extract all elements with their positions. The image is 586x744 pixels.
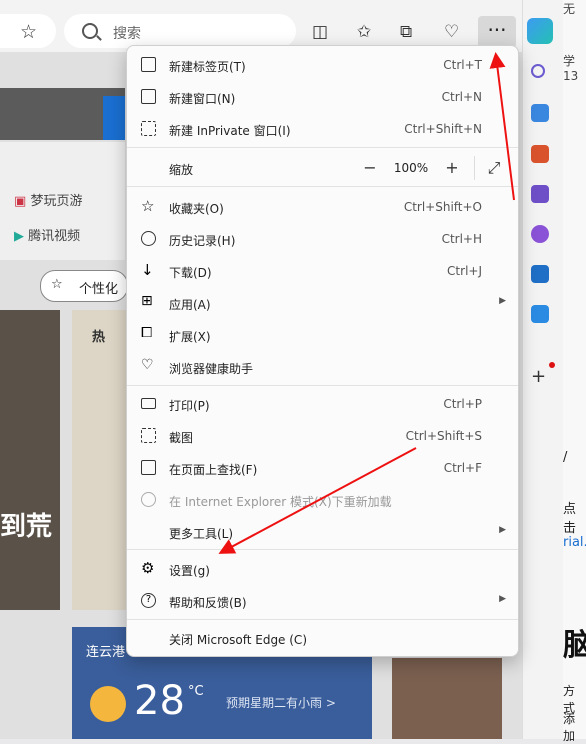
sidebar-search-icon[interactable] [531, 64, 545, 78]
strip-text: 无 [563, 2, 576, 16]
menu-item-close-edge[interactable]: 关闭 Microsoft Edge (C) [127, 622, 518, 654]
video-icon: ▶ [14, 229, 24, 244]
menu-item-more-tools[interactable]: 更多工具(L) ▶ [127, 516, 518, 548]
menu-item-help-feedback[interactable]: ? 帮助和反馈(B) ▶ [127, 585, 518, 617]
favorites-icon: ☆ [141, 197, 155, 215]
browser-essentials-icon[interactable]: ♡ [444, 22, 459, 42]
zoom-out-button[interactable]: − [361, 159, 379, 177]
zoom-divider [474, 156, 475, 180]
menu-item-downloads[interactable]: ↓ 下载(D) Ctrl+J [127, 255, 518, 287]
favorites-bar-icon[interactable]: ✩ [357, 22, 371, 42]
menu-divider [127, 619, 518, 620]
news-card[interactable] [0, 310, 60, 610]
favorite-star-icon[interactable]: ☆ [20, 21, 37, 43]
strip-text: / [563, 450, 568, 465]
split-screen-icon[interactable]: ◫ [312, 22, 328, 42]
weather-forecast[interactable]: 预期星期二有小雨 > [226, 694, 336, 711]
menu-item-extensions[interactable]: ⧠ 扩展(X) [127, 319, 518, 351]
new-window-icon [141, 89, 156, 104]
menu-divider [127, 186, 518, 187]
settings-icon: ⚙ [141, 559, 155, 577]
history-icon [141, 231, 156, 246]
menu-item-new-window[interactable]: 新建窗口(N) Ctrl+N [127, 81, 518, 113]
find-icon [141, 460, 156, 475]
fullscreen-icon[interactable]: ⤢ [485, 159, 503, 177]
temperature: 28 [134, 678, 185, 724]
inprivate-icon [141, 121, 156, 136]
menu-item-ie-mode: 在 Internet Explorer 模式(X)下重新加载 [127, 484, 518, 516]
outlook-icon[interactable] [531, 265, 549, 283]
menu-item-new-inprivate[interactable]: 新建 InPrivate 窗口(I) Ctrl+Shift+N [127, 113, 518, 145]
menu-item-print[interactable]: 打印(P) Ctrl+P [127, 388, 518, 420]
notification-dot [549, 362, 555, 368]
hot-search-card: 热 [72, 310, 126, 610]
submenu-arrow-icon: ▶ [499, 594, 506, 604]
menu-item-settings[interactable]: ⚙ 设置(g) [127, 553, 518, 585]
strip-text: 点击 [563, 502, 577, 536]
menu-item-browser-health[interactable]: ♡ 浏览器健康助手 [127, 351, 518, 383]
favorite-link[interactable]: ▶ 腾讯视频 [14, 225, 80, 244]
star-icon: ☆ [51, 277, 63, 292]
game-icon: ▣ [14, 194, 27, 209]
copilot-icon[interactable] [527, 18, 553, 44]
temperature-unit: °C [188, 684, 204, 699]
search-icon [82, 23, 98, 39]
apps-icon: ⊞ [141, 293, 153, 309]
health-icon: ♡ [141, 357, 154, 373]
collections-icon[interactable]: ⧉ [400, 22, 412, 42]
new-tab-icon [141, 57, 156, 72]
weather-location: 连云港 [86, 645, 126, 660]
menu-divider [127, 147, 518, 148]
strip-heading: 脑 [563, 628, 586, 663]
menu-item-find-on-page[interactable]: 在页面上查找(F) Ctrl+F [127, 452, 518, 484]
menu-item-screenshot[interactable]: 截图 Ctrl+Shift+S [127, 420, 518, 452]
extensions-icon: ⧠ [141, 325, 153, 341]
menu-item-history[interactable]: 历史记录(H) Ctrl+H [127, 223, 518, 255]
add-sidebar-app-icon[interactable]: + [531, 366, 546, 387]
games-icon[interactable] [531, 185, 549, 203]
strip-link[interactable]: rial. [563, 535, 586, 550]
sun-icon [90, 686, 126, 722]
news-thumbnail[interactable] [392, 658, 502, 739]
submenu-arrow-icon: ▶ [499, 525, 506, 535]
settings-and-more-menu: 新建标签页(T) Ctrl+T 新建窗口(N) Ctrl+N 新建 InPriv… [126, 45, 519, 657]
help-icon: ? [141, 593, 156, 608]
more-options-button[interactable]: ··· [478, 16, 516, 48]
search-input[interactable]: 搜索 [113, 23, 141, 43]
ie-icon [141, 492, 156, 507]
send-icon[interactable] [531, 305, 549, 323]
favorite-link[interactable]: ▣ 梦玩页游 [14, 190, 82, 209]
screenshot-icon [141, 428, 156, 443]
menu-item-new-tab[interactable]: 新建标签页(T) Ctrl+T [127, 49, 518, 81]
zoom-in-button[interactable]: + [443, 159, 461, 177]
banner-accent [103, 96, 125, 140]
menu-item-zoom: 缩放 − 100% + ⤢ [127, 152, 518, 184]
personalize-button[interactable]: ☆ 个性化 [40, 270, 128, 302]
menu-divider [127, 549, 518, 550]
menu-item-apps[interactable]: ⊞ 应用(A) ▶ [127, 287, 518, 319]
search-box[interactable] [64, 14, 296, 48]
menu-divider [127, 385, 518, 386]
zoom-level: 100% [393, 161, 429, 175]
strip-text: 学 13 [563, 54, 579, 83]
menu-item-favorites[interactable]: ☆ 收藏夹(O) Ctrl+Shift+O [127, 191, 518, 223]
submenu-arrow-icon: ▶ [499, 296, 506, 306]
download-icon: ↓ [141, 261, 154, 279]
tools-icon[interactable] [531, 145, 549, 163]
shopping-icon[interactable] [531, 104, 549, 122]
print-icon [141, 398, 156, 409]
hot-label: 热 [92, 330, 106, 345]
news-headline[interactable]: 到荒 [0, 506, 52, 543]
microsoft-365-icon[interactable] [531, 225, 549, 243]
